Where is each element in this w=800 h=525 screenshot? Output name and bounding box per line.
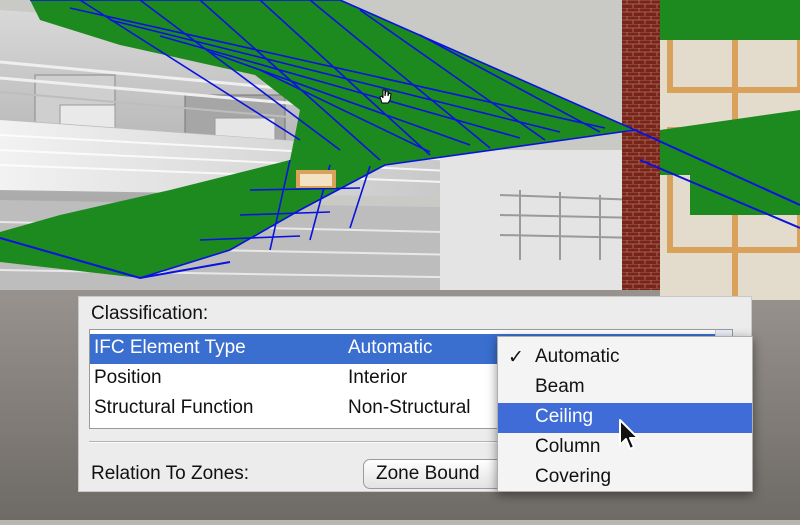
- row-name: IFC Element Type: [94, 337, 246, 358]
- checkmark-icon: ✓: [508, 347, 524, 368]
- menu-item-beam[interactable]: Beam: [498, 373, 752, 403]
- row-value: Non-Structural: [348, 397, 471, 418]
- relation-to-zones-label: Relation To Zones:: [91, 463, 250, 484]
- row-name: Position: [94, 367, 162, 388]
- arrow-cursor-icon: [619, 419, 639, 450]
- zone-button-label: Zone Bound: [376, 463, 480, 484]
- menu-item-label: Beam: [535, 376, 585, 397]
- row-value: Interior: [348, 367, 408, 388]
- element-type-dropdown-menu: ✓ Automatic Beam Ceiling Column Covering: [497, 336, 753, 492]
- classification-label: Classification:: [91, 303, 209, 324]
- menu-item-automatic[interactable]: ✓ Automatic: [498, 343, 752, 373]
- menu-item-label: Covering: [535, 466, 612, 487]
- row-name: Structural Function: [94, 397, 254, 418]
- menu-item-label: Automatic: [535, 346, 620, 367]
- menu-item-covering[interactable]: Covering: [498, 463, 752, 493]
- menu-item-label: Ceiling: [535, 406, 594, 427]
- row-value: Automatic: [348, 337, 433, 358]
- menu-item-label: Column: [535, 436, 601, 457]
- hand-cursor-icon: [379, 89, 392, 104]
